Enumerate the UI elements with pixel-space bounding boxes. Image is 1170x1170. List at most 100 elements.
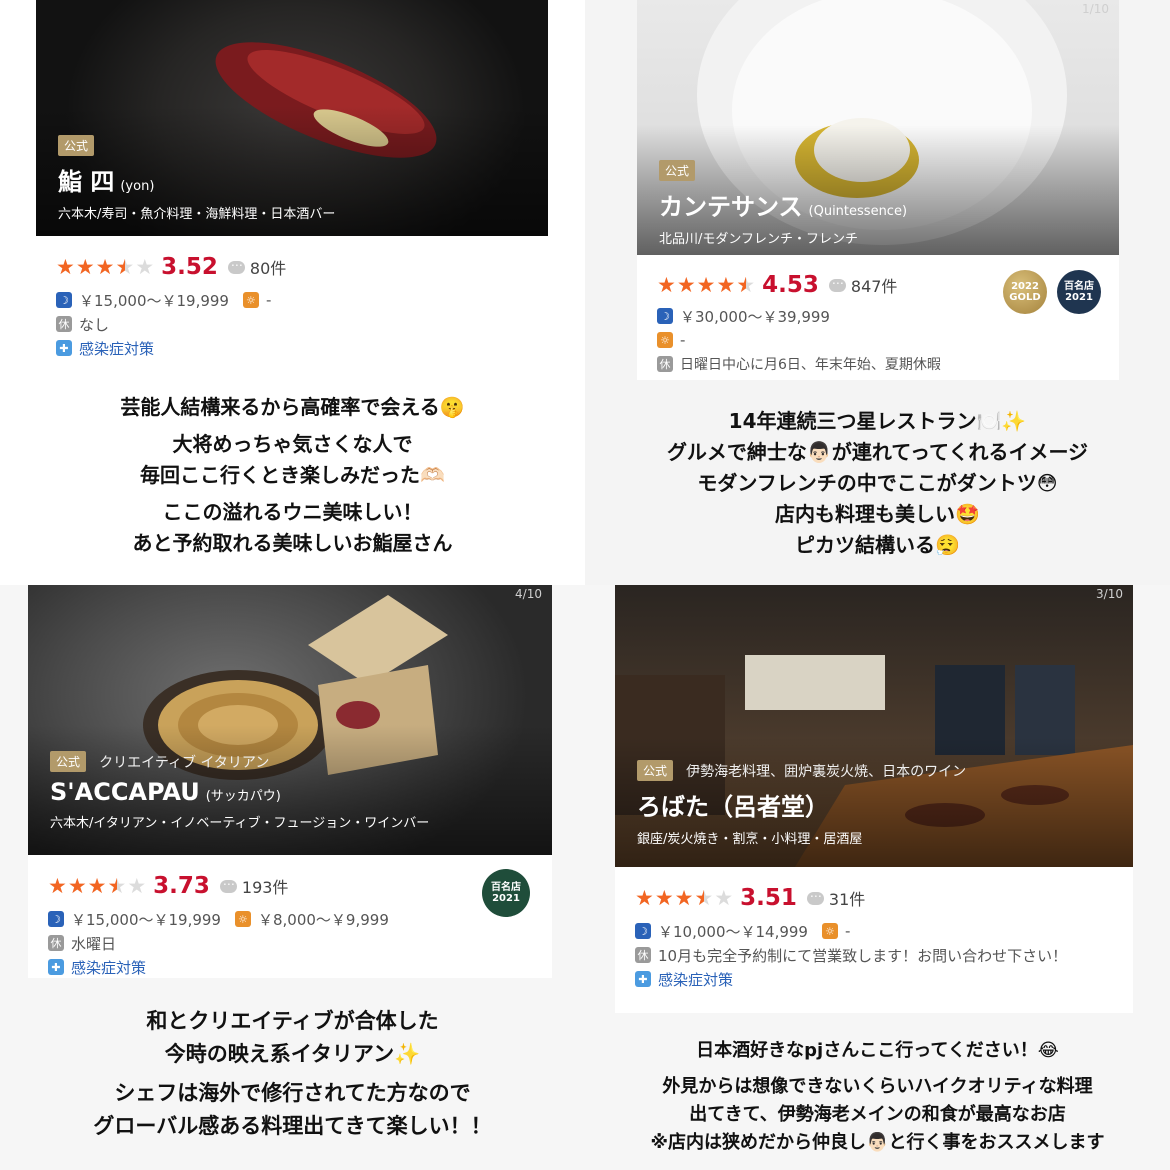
holiday-text: 日曜日中心に月6日、年末年始、夏期休暇	[680, 357, 941, 373]
rating-row: ★★★★★ 3.52 80件	[56, 252, 536, 282]
star-icon: ★	[694, 885, 715, 910]
restaurant-name[interactable]: 鮨 四 (yon)	[58, 162, 536, 197]
star-icon: ★	[67, 873, 88, 898]
moon-icon: ☽	[56, 292, 72, 308]
comment-icon	[806, 886, 824, 905]
holiday-text: 水曜日	[71, 934, 117, 953]
post-saccapau: 4/10 公式 クリエイティブ イタリアン S'ACCAPAU (サッカパウ) 六…	[0, 585, 585, 1170]
official-badge: 公式	[637, 760, 674, 781]
post-quintessence: 1/10 公式 カンテサンス (Quintessence) 北品川/モダンフレンチ…	[585, 0, 1170, 585]
star-icon: ★	[135, 254, 156, 279]
lunch-price: -	[680, 331, 686, 349]
restaurant-card[interactable]: 1/10 公式 カンテサンス (Quintessence) 北品川/モダンフレンチ…	[637, 0, 1119, 380]
rating-row: ★★★★★ 3.51 31件	[635, 883, 1121, 913]
rating-score: 3.52	[161, 254, 218, 280]
star-icon: ★	[115, 254, 136, 279]
caption: 日本酒好きなpjさんここ行ってください！😂 外見からは想像できないくらいハイクオ…	[650, 1040, 1105, 1153]
restaurant-photo[interactable]: 3/10 公式 伊勢海老料理、囲炉裏炭火焼、日本のワイン ろばた（呂者堂） 銀座…	[615, 585, 1133, 867]
star-icon: ★	[674, 885, 695, 910]
holiday-icon: 休	[48, 935, 64, 951]
dinner-price: ￥15,000〜￥19,999	[79, 291, 229, 310]
restaurant-genre: 北品川/モダンフレンチ・フレンチ	[659, 232, 858, 247]
restaurant-genre: 六本木/寿司・魚介料理・海鮮料理・日本酒バー	[58, 207, 336, 222]
rating-score: 3.73	[153, 873, 210, 899]
star-icon: ★	[696, 272, 717, 297]
hyakumeiten-badge[interactable]: 百名店 2021	[1057, 270, 1101, 314]
shield-icon: ✚	[48, 959, 64, 975]
holiday-text: なし	[79, 315, 110, 334]
holiday-text: 10月も完全予約制にて営業致します！お問い合わせ下さい！	[658, 946, 1068, 965]
review-count[interactable]: 31件	[829, 886, 865, 910]
dinner-price: ￥30,000〜￥39,999	[680, 307, 830, 326]
star-icon: ★	[56, 254, 76, 279]
rating-stars: ★★★★★	[657, 272, 757, 297]
rating-stars: ★★★★★	[48, 873, 147, 898]
star-icon: ★	[635, 885, 655, 910]
moon-icon: ☽	[48, 911, 64, 927]
caption: 和とクリエイティブが合体した 今時の映え系イタリアン✨ シェフは海外で修行されて…	[93, 1009, 492, 1138]
restaurant-card[interactable]: 公式 鮨 四 (yon) 六本木/寿司・魚介料理・海鮮料理・日本酒バー ★★★★★…	[36, 0, 548, 372]
restaurant-name[interactable]: ろばた（呂者堂）	[637, 787, 1121, 822]
official-badge: 公式	[58, 135, 95, 156]
photo-pager: 3/10	[1096, 587, 1123, 601]
restaurant-genre: 銀座/炭火焼き・割烹・小料理・居酒屋	[637, 832, 863, 847]
restaurant-photo[interactable]: 4/10 公式 クリエイティブ イタリアン S'ACCAPAU (サッカパウ) 六…	[28, 585, 552, 855]
star-icon: ★	[87, 873, 108, 898]
gold-award-badge[interactable]: 2022 GOLD	[1003, 270, 1047, 314]
cuisine-label: クリエイティブ イタリアン	[99, 754, 270, 771]
covid-link[interactable]: 感染症対策	[658, 969, 733, 990]
holiday-icon: 休	[635, 947, 651, 963]
dinner-price: ￥10,000〜￥14,999	[658, 922, 808, 941]
sun-icon: ☼	[821, 923, 838, 939]
photo-pager: 1/10	[1082, 2, 1109, 16]
restaurant-card[interactable]: 3/10 公式 伊勢海老料理、囲炉裏炭火焼、日本のワイン ろばた（呂者堂） 銀座…	[615, 585, 1133, 1013]
star-icon: ★	[657, 272, 677, 297]
dinner-price: ￥15,000〜￥19,999	[71, 910, 221, 929]
star-icon: ★	[716, 272, 737, 297]
restaurant-card[interactable]: 4/10 公式 クリエイティブ イタリアン S'ACCAPAU (サッカパウ) 六…	[28, 585, 552, 978]
rating-stars: ★★★★★	[635, 885, 735, 910]
star-icon: ★	[107, 873, 128, 898]
star-icon: ★	[676, 272, 697, 297]
restaurant-genre: 六本木/イタリアン・イノベーティブ・フュージョン・ワインバー	[50, 816, 430, 831]
caption: 芸能人結構来るから高確率で会える🤫 大将めっちゃ気さくな人で 毎回ここ行くとき楽…	[120, 395, 465, 555]
restaurant-name[interactable]: カンテサンス (Quintessence)	[659, 187, 1107, 222]
review-count[interactable]: 80件	[250, 255, 286, 279]
caption: 14年連続三つ星レストラン🍽️✨ グルメで紳士な👨🏻が連れてってくれるイメージ …	[666, 409, 1089, 557]
comment-icon	[219, 874, 237, 893]
official-badge: 公式	[50, 751, 87, 772]
shield-icon: ✚	[635, 971, 651, 987]
rating-score: 4.53	[762, 272, 819, 298]
moon-icon: ☽	[635, 923, 651, 939]
covid-link[interactable]: 感染症対策	[79, 338, 154, 359]
rating-score: 3.51	[740, 885, 797, 911]
post-yon: 公式 鮨 四 (yon) 六本木/寿司・魚介料理・海鮮料理・日本酒バー ★★★★★…	[0, 0, 585, 585]
star-icon: ★	[95, 254, 116, 279]
restaurant-photo[interactable]: 公式 鮨 四 (yon) 六本木/寿司・魚介料理・海鮮料理・日本酒バー	[36, 0, 548, 236]
comment-icon	[227, 255, 245, 274]
restaurant-photo[interactable]: 1/10 公式 カンテサンス (Quintessence) 北品川/モダンフレンチ…	[637, 0, 1119, 255]
sun-icon: ☼	[242, 292, 259, 308]
star-icon: ★	[714, 885, 735, 910]
hyakumeiten-badge[interactable]: 百名店 2021	[482, 869, 530, 917]
covid-link[interactable]: 感染症対策	[71, 957, 146, 978]
star-icon: ★	[736, 272, 757, 297]
sun-icon: ☼	[234, 911, 251, 927]
star-icon: ★	[654, 885, 675, 910]
rating-stars: ★★★★★	[56, 254, 156, 279]
sun-icon: ☼	[657, 332, 673, 348]
moon-icon: ☽	[657, 308, 673, 324]
lunch-price: -	[844, 922, 851, 940]
star-icon: ★	[48, 873, 68, 898]
review-count[interactable]: 847件	[851, 273, 898, 297]
official-badge: 公式	[659, 160, 696, 181]
review-count[interactable]: 193件	[242, 874, 289, 898]
comment-icon	[828, 273, 846, 292]
cuisine-label: 伊勢海老料理、囲炉裏炭火焼、日本のワイン	[686, 763, 967, 780]
post-robata: 3/10 公式 伊勢海老料理、囲炉裏炭火焼、日本のワイン ろばた（呂者堂） 銀座…	[585, 585, 1170, 1170]
holiday-icon: 休	[657, 356, 673, 372]
restaurant-name[interactable]: S'ACCAPAU (サッカパウ)	[50, 778, 540, 806]
lunch-price: -	[265, 291, 272, 309]
lunch-price: ￥8,000〜￥9,999	[257, 910, 389, 929]
shield-icon: ✚	[56, 340, 72, 356]
